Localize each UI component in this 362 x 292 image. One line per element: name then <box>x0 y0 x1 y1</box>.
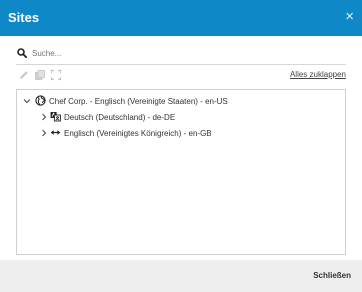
translate-icon <box>50 112 61 122</box>
site-tree: Chef Corp. - Englisch (Vereinigte Staate… <box>16 89 346 255</box>
close-button[interactable]: Schließen <box>313 271 351 280</box>
sites-dialog: Sites × Alles zuklappen <box>0 0 362 292</box>
close-icon[interactable]: × <box>345 9 354 24</box>
collapse-all-link[interactable]: Alles zuklappen <box>290 70 346 79</box>
tree-node-label: Deutsch (Deutschland) - de-DE <box>64 113 176 122</box>
tree-node-de-de[interactable]: Deutsch (Deutschland) - de-DE <box>40 111 339 125</box>
expand-icon[interactable] <box>50 69 62 81</box>
chevron-right-icon[interactable] <box>40 129 48 137</box>
search-icon <box>17 48 27 58</box>
search-box <box>16 44 346 65</box>
toolbar: Alles zuklappen <box>16 69 346 83</box>
tree-node-root[interactable]: Chef Corp. - Englisch (Vereinigte Staate… <box>23 95 339 109</box>
pencil-icon[interactable] <box>18 69 30 81</box>
search-input[interactable] <box>32 45 332 61</box>
dialog-footer: Schließen <box>0 260 362 292</box>
tree-node-label: Englisch (Vereinigtes Königreich) - en-G… <box>64 129 212 138</box>
chevron-right-icon[interactable] <box>40 113 48 121</box>
globe-icon <box>35 95 46 106</box>
dialog-title-bar: Sites × <box>0 0 362 36</box>
copy-icon[interactable] <box>34 69 46 81</box>
arrows-icon <box>51 130 60 135</box>
chevron-down-icon[interactable] <box>23 97 31 105</box>
dialog-title: Sites <box>8 10 40 25</box>
tree-node-label: Chef Corp. - Englisch (Vereinigte Staate… <box>49 97 228 106</box>
tree-node-en-gb[interactable]: Englisch (Vereinigtes Königreich) - en-G… <box>40 127 339 141</box>
